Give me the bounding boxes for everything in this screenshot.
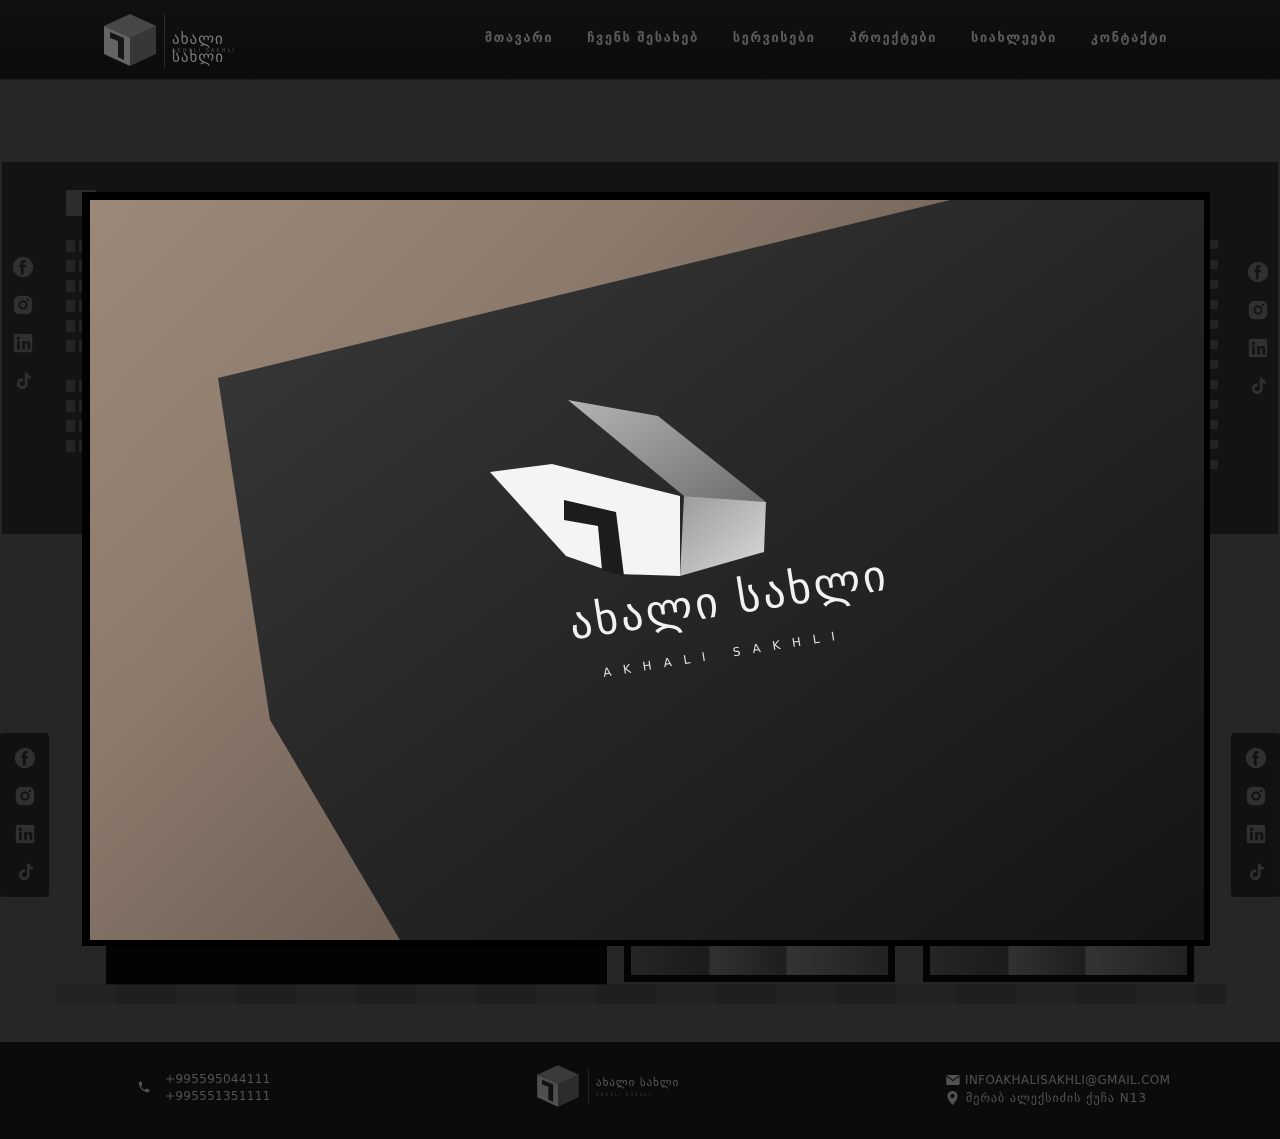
lightbox-modal: ახალი სახლი AKHALI SAKHLI [82,192,1210,946]
lightbox-image: ახალი სახლი AKHALI SAKHLI [90,200,1204,940]
business-card-mockup [218,200,1204,940]
